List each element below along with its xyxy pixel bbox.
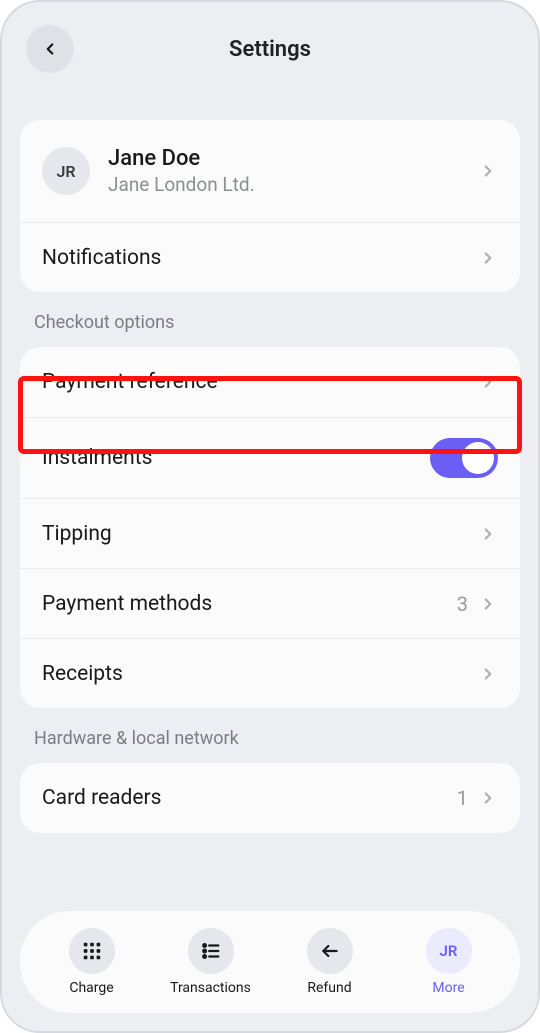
nav-label: More — [432, 980, 464, 996]
nav-charge[interactable]: Charge — [42, 928, 142, 996]
nav-refund[interactable]: Refund — [280, 928, 380, 996]
chevron-right-icon — [478, 161, 498, 181]
row-label: Instalments — [42, 446, 430, 470]
row-label: Card readers — [42, 786, 457, 810]
profile-card: JR Jane Doe Jane London Ltd. Notificatio… — [20, 120, 520, 292]
row-label: Tipping — [42, 522, 478, 546]
chevron-right-icon — [478, 788, 498, 808]
row-label: Receipts — [42, 662, 478, 686]
card-readers-row[interactable]: Card readers 1 — [20, 763, 520, 833]
checkout-card: Payment reference Instalments Tipping Pa… — [20, 347, 520, 708]
row-label: Payment reference — [42, 370, 478, 394]
card-readers-count: 1 — [457, 786, 468, 810]
section-label-hardware: Hardware & local network — [2, 708, 538, 763]
chevron-right-icon — [478, 248, 498, 268]
receipts-row[interactable]: Receipts — [20, 638, 520, 708]
row-label: Notifications — [42, 246, 478, 270]
nav-transactions[interactable]: Transactions — [161, 928, 261, 996]
nav-more[interactable]: JR More — [399, 928, 499, 996]
payment-reference-row[interactable]: Payment reference — [20, 347, 520, 417]
profile-text: Jane Doe Jane London Ltd. — [108, 146, 478, 196]
payment-methods-row[interactable]: Payment methods 3 — [20, 568, 520, 638]
instalments-toggle[interactable] — [430, 438, 498, 478]
notifications-row[interactable]: Notifications — [20, 222, 520, 292]
chevron-right-icon — [478, 524, 498, 544]
page-title: Settings — [2, 37, 538, 62]
payment-methods-count: 3 — [457, 592, 468, 616]
avatar: JR — [42, 147, 90, 195]
section-label-checkout: Checkout options — [2, 292, 538, 347]
row-label: Payment methods — [42, 592, 457, 616]
bottom-nav: Charge Transactions Refund JR More — [20, 911, 520, 1013]
nav-label: Transactions — [170, 980, 251, 996]
chevron-right-icon — [478, 664, 498, 684]
nav-label: Refund — [307, 980, 351, 996]
instalments-row[interactable]: Instalments — [20, 417, 520, 498]
profile-subtitle: Jane London Ltd. — [108, 173, 478, 196]
app-screen: Settings JR Jane Doe Jane London Ltd. No… — [0, 0, 540, 1033]
profile-name: Jane Doe — [108, 146, 478, 171]
back-button[interactable] — [26, 25, 74, 73]
chevron-right-icon — [478, 594, 498, 614]
tipping-row[interactable]: Tipping — [20, 498, 520, 568]
avatar-icon: JR — [426, 928, 472, 974]
header: Settings — [2, 2, 538, 94]
keypad-icon — [69, 928, 115, 974]
arrow-left-icon — [307, 928, 353, 974]
chevron-left-icon — [41, 40, 59, 58]
chevron-right-icon — [478, 372, 498, 392]
hardware-card: Card readers 1 — [20, 763, 520, 833]
profile-row[interactable]: JR Jane Doe Jane London Ltd. — [20, 120, 520, 222]
list-icon — [188, 928, 234, 974]
nav-label: Charge — [69, 980, 113, 996]
